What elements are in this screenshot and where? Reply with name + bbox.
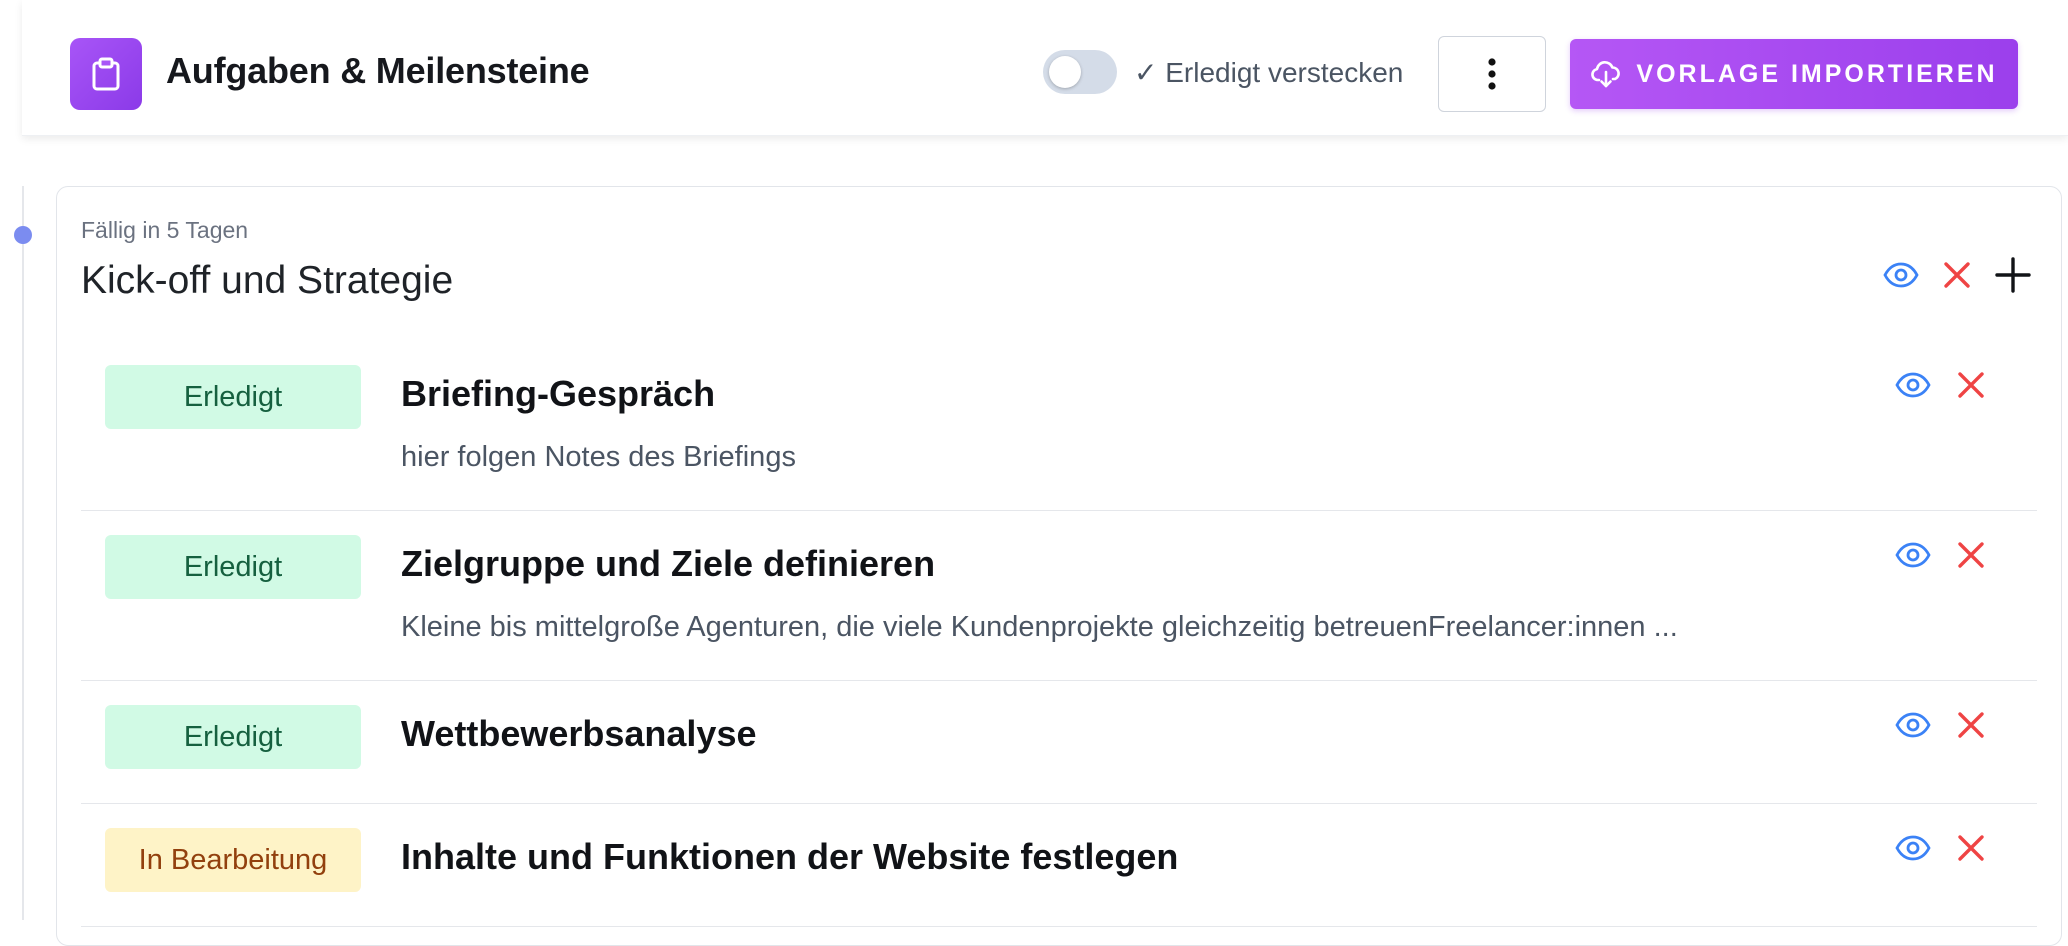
eye-icon [1895,835,1931,861]
milestone-title: Kick-off und Strategie [81,259,454,302]
task-title: Zielgruppe und Ziele definieren [401,543,936,584]
clipboard-icon [70,38,142,110]
task-actions [1893,705,1991,745]
task-title: Wettbewerbsanalyse [401,713,757,754]
task-delete-button[interactable] [1951,535,1991,575]
task-view-button[interactable] [1893,535,1933,575]
task-actions [1893,828,1991,868]
milestone-actions [1881,255,2033,295]
task-view-button[interactable] [1893,705,1933,745]
task-delete-button[interactable] [1951,828,1991,868]
task-title: Briefing-Gespräch [401,373,716,414]
status-badge: Erledigt [105,535,361,599]
more-vertical-icon [1488,58,1496,90]
task-row[interactable]: In Bearbeitung Inhalte und Funktionen de… [81,804,2037,927]
eye-icon [1895,372,1931,398]
task-actions [1893,365,1991,405]
status-badge: In Bearbeitung [105,828,361,892]
eye-icon [1895,712,1931,738]
close-icon [1944,262,1970,288]
eye-icon [1895,542,1931,568]
hide-done-toggle[interactable] [1043,50,1117,94]
close-icon [1958,372,1984,398]
timeline-dot [14,226,32,244]
milestone-view-button[interactable] [1881,255,1921,295]
task-delete-button[interactable] [1951,705,1991,745]
close-icon [1958,712,1984,738]
milestone-add-task-button[interactable] [1993,255,2033,295]
eye-icon [1883,262,1919,288]
header-bar: Aufgaben & Meilensteine ✓ Erledigt verst… [22,0,2068,136]
task-view-button[interactable] [1893,365,1933,405]
milestone-card: Fällig in 5 Tagen Kick-off und Strategie… [56,186,2062,946]
hide-done-label: ✓ Erledigt verstecken [1134,57,1404,88]
task-actions [1893,535,1991,575]
task-description: Kleine bis mittelgroße Agenturen, die vi… [401,611,1678,643]
task-description: hier folgen Notes des Briefings [401,441,796,473]
cloud-download-icon [1591,61,1621,88]
task-view-button[interactable] [1893,828,1933,868]
close-icon [1958,835,1984,861]
status-badge: Erledigt [105,365,361,429]
task-row[interactable]: Erledigt Wettbewerbsanalyse [81,681,2037,804]
task-list: Erledigt Briefing-Gespräch hier folgen N… [81,337,2037,927]
import-template-button[interactable]: VORLAGE IMPORTIEREN [1570,39,2018,109]
more-options-button[interactable] [1438,36,1546,112]
close-icon [1958,542,1984,568]
milestone-delete-button[interactable] [1937,255,1977,295]
task-row[interactable]: Erledigt Zielgruppe und Ziele definieren… [81,511,2037,681]
task-row[interactable]: Erledigt Briefing-Gespräch hier folgen N… [81,337,2037,511]
import-template-label: VORLAGE IMPORTIEREN [1636,59,1998,88]
timeline-line [22,186,24,920]
task-title: Inhalte und Funktionen der Website festl… [401,836,1179,877]
toggle-knob [1049,56,1081,88]
task-delete-button[interactable] [1951,365,1991,405]
status-badge: Erledigt [105,705,361,769]
milestone-due-label: Fällig in 5 Tagen [81,217,249,243]
plus-icon [1995,257,2031,293]
page-title: Aufgaben & Meilensteine [166,50,590,91]
